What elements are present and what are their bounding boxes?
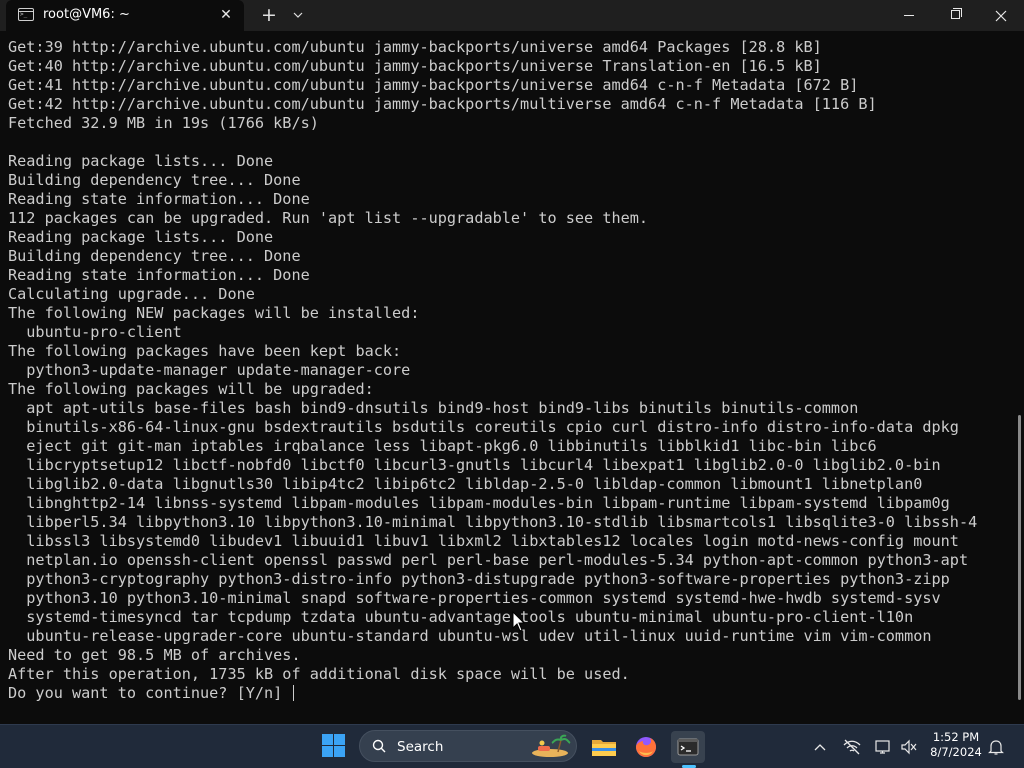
taskbar-search[interactable]: Search [359,730,577,762]
terminal-line: libcryptsetup12 libctf-nobfd0 libctf0 li… [8,456,941,474]
folder-icon [592,740,616,756]
terminal-line: Get:42 http://archive.ubuntu.com/ubuntu … [8,95,877,113]
wifi-off-icon[interactable] [842,737,862,757]
scrollbar-thumb[interactable] [1018,415,1021,700]
taskbar-clock[interactable]: 1:52 PM 8/7/2024 [926,730,986,760]
terminal-line: systemd-timesyncd tar tcpdump tzdata ubu… [8,608,914,626]
terminal-prompt-line: Do you want to continue? [Y/n] [8,684,295,703]
terminal-icon [18,8,34,21]
search-icon [372,739,386,753]
terminal-line: Building dependency tree... Done [8,247,301,265]
firefox-icon [636,737,656,757]
terminal-line: The following packages have been kept ba… [8,342,402,360]
windows-logo-icon [322,734,333,745]
terminal-line: libglib2.0-data libgnutls30 libip4tc2 li… [8,475,923,493]
tab-close-icon[interactable]: ✕ [216,5,236,25]
network-icon[interactable] [873,737,893,757]
start-button[interactable] [322,734,346,758]
minimize-icon [904,15,914,16]
terminal-line: The following NEW packages will be insta… [8,304,420,322]
search-label: Search [397,739,444,755]
terminal-line: The following packages will be upgraded: [8,380,374,398]
file-explorer-button[interactable] [587,731,621,763]
new-tab-button[interactable]: + [258,4,280,26]
tab-title: root@VM6: ~ [43,7,130,22]
terminal-output[interactable]: Get:39 http://archive.ubuntu.com/ubuntu … [0,31,1016,724]
taskbar: Search 1:52 PM 8/7/2024 [0,724,1024,768]
terminal-line: apt apt-utils base-files bash bind9-dnsu… [8,399,859,417]
firefox-button[interactable] [629,731,663,763]
terminal-line: Fetched 32.9 MB in 19s (1766 kB/s) [8,114,319,132]
terminal-line: python3-cryptography python3-distro-info… [8,570,950,588]
terminal-line: ubuntu-release-upgrader-core ubuntu-stan… [8,627,932,645]
terminal-line: libperl5.34 libpython3.10 libpython3.10-… [8,513,978,531]
restore-button[interactable] [932,0,978,31]
clock-time: 1:52 PM [932,730,980,744]
terminal-line: eject git git-man iptables irqbalance le… [8,437,877,455]
terminal-line: Get:40 http://archive.ubuntu.com/ubuntu … [8,57,822,75]
terminal-taskbar-button[interactable] [671,731,705,763]
terminal-line: netplan.io openssh-client openssl passwd… [8,551,969,569]
close-icon [995,10,1007,22]
terminal-line: ubuntu-pro-client [8,323,182,341]
terminal-line: Calculating upgrade... Done [8,285,255,303]
title-bar: root@VM6: ~ ✕ + [0,0,1024,31]
terminal-line: Reading package lists... Done [8,228,274,246]
chevron-up-icon[interactable] [810,737,830,757]
terminal-line: binutils-x86-64-linux-gnu bsdextrautils … [8,418,959,436]
terminal-line: Get:41 http://archive.ubuntu.com/ubuntu … [8,76,859,94]
terminal-line: 112 packages can be upgraded. Run 'apt l… [8,209,649,227]
terminal-line: python3.10 python3.10-minimal snapd soft… [8,589,941,607]
tab-dropdown-chevron-icon[interactable] [288,4,308,26]
terminal-line: Reading state information... Done [8,190,310,208]
mouse-pointer-icon [512,611,526,632]
terminal-line: After this operation, 1735 kB of additio… [8,665,630,683]
search-highlight-icon [532,734,571,757]
terminal-line: python3-update-manager update-manager-co… [8,361,411,379]
terminal-line: libssl3 libsystemd0 libudev1 libuuid1 li… [8,532,959,550]
clock-date: 8/7/2024 [930,745,982,759]
terminal-line: Reading package lists... Done [8,152,274,170]
terminal-line: libnghttp2-14 libnss-systemd libpam-modu… [8,494,950,512]
terminal-line: Reading state information... Done [8,266,310,284]
terminal-line: Get:39 http://archive.ubuntu.com/ubuntu … [8,38,822,56]
volume-muted-icon[interactable] [899,737,919,757]
close-window-button[interactable] [978,0,1024,31]
terminal-line: Building dependency tree... Done [8,171,301,189]
text-cursor [293,685,295,701]
terminal-tab[interactable]: root@VM6: ~ ✕ [6,0,244,31]
notification-bell-icon[interactable] [986,737,1006,757]
minimize-button[interactable] [886,0,932,31]
terminal-app-icon [677,738,699,756]
terminal-line: Need to get 98.5 MB of archives. [8,646,301,664]
